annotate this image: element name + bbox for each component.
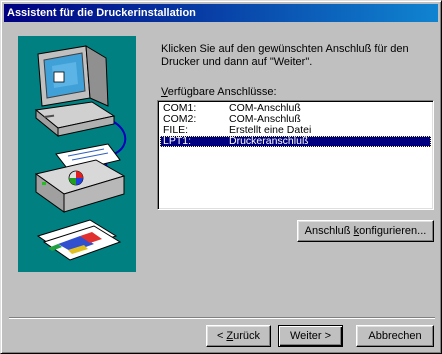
back-label-rest: urück	[233, 330, 261, 342]
ports-label-accelerator: V	[161, 86, 168, 98]
available-ports-label: Verfügbare Anschlüsse:	[161, 86, 277, 98]
next-label: Weiter >	[289, 330, 332, 342]
configure-label-pre: Anschluß	[304, 225, 354, 237]
port-name: LPT1:	[163, 135, 192, 147]
window-title: Assistent für die Druckerinstallation	[7, 7, 196, 19]
wizard-illustration-art	[34, 45, 127, 261]
title-bar[interactable]: Assistent für die Druckerinstallation	[4, 4, 438, 22]
printed-pages-icon	[36, 219, 122, 261]
back-label-pre: <	[216, 330, 227, 342]
port-description: Druckeranschluß	[229, 135, 309, 147]
printer-icon	[34, 143, 126, 213]
cancel-button[interactable]: Abbrechen	[356, 325, 434, 347]
ports-label-text: erfügbare Anschlüsse:	[167, 86, 277, 98]
instruction-text: Klicken Sie auf den gewünschten Anschluß…	[161, 43, 409, 68]
next-button[interactable]: Weiter >	[278, 325, 343, 347]
button-separator	[9, 317, 435, 319]
ports-listbox[interactable]: COM1: COM-Anschluß COM2: COM-Anschluß FI…	[157, 100, 434, 210]
configure-label-rest: onfigurieren...	[359, 225, 427, 237]
wizard-illustration	[18, 36, 136, 272]
computer-icon	[34, 45, 116, 138]
configure-port-button[interactable]: Anschluß konfigurieren...	[297, 220, 434, 242]
printer-wizard-window: Assistent für die Druckerinstallation Kl…	[0, 0, 442, 354]
cancel-label: Abbrechen	[368, 330, 422, 342]
port-row-lpt1[interactable]: LPT1: Druckeranschluß	[160, 136, 431, 147]
back-button[interactable]: < Zurück	[206, 325, 271, 347]
